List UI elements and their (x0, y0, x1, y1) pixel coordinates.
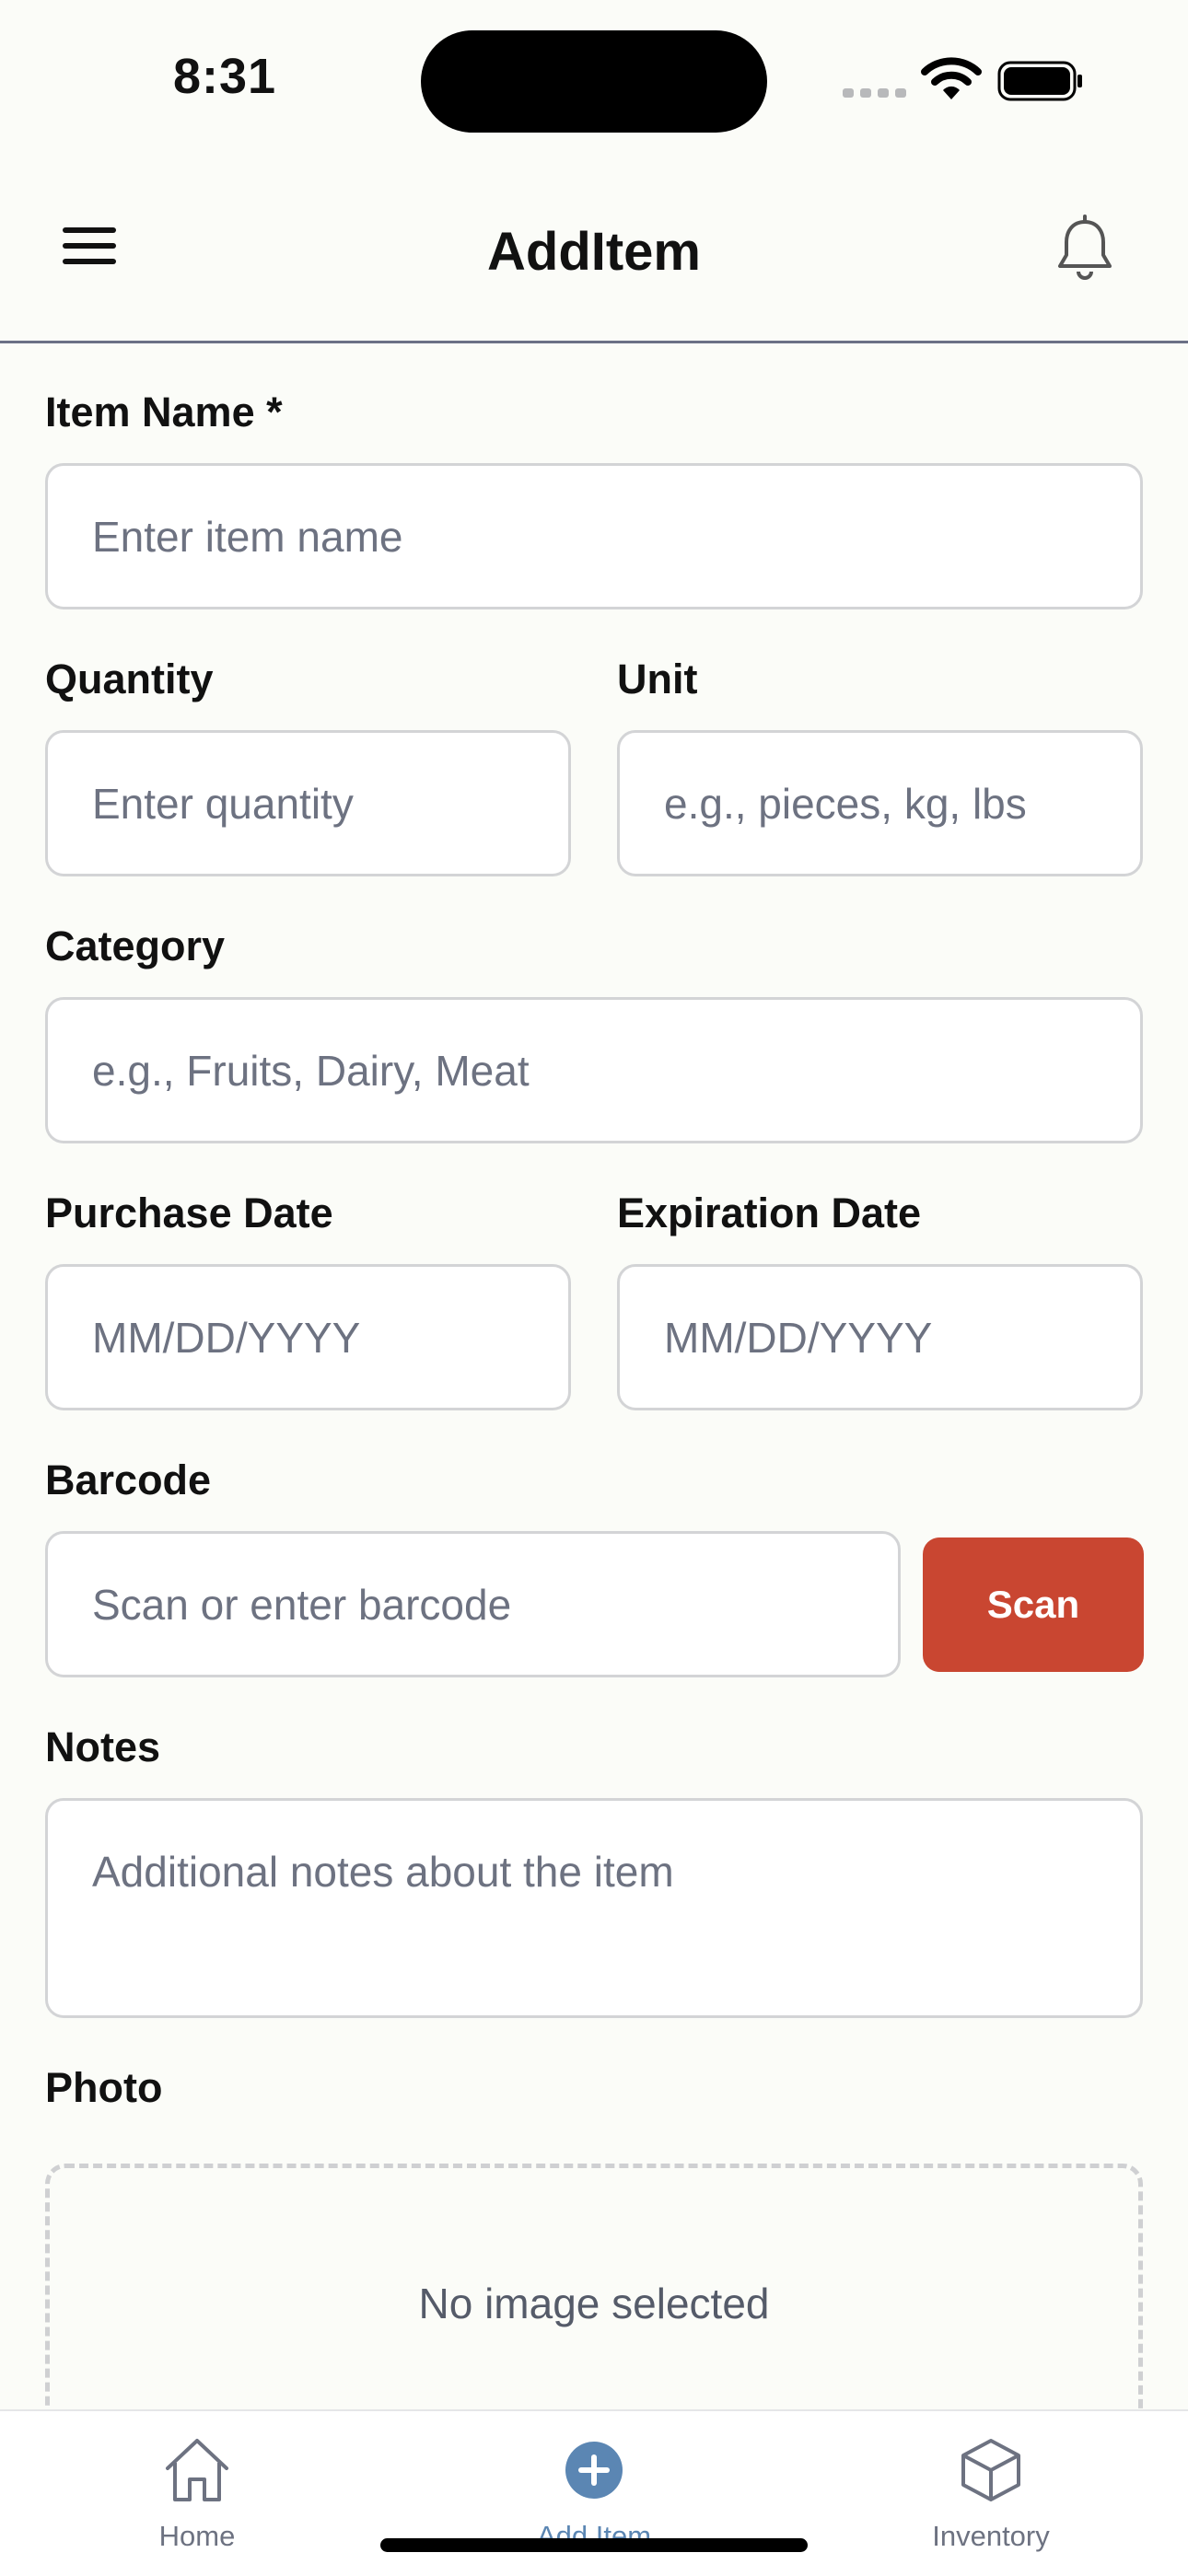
plus-circle-icon (565, 2442, 623, 2499)
purchase-date-input[interactable] (45, 1264, 571, 1410)
page-title: AddItem (487, 222, 701, 282)
bell-icon (1058, 215, 1112, 280)
home-indicator (380, 2538, 808, 2552)
photo-label: Photo (45, 2064, 163, 2111)
category-label: Category (45, 922, 226, 969)
barcode-label: Barcode (45, 1456, 212, 1503)
status-time: 8:31 (173, 49, 277, 104)
app-header: AddItem (0, 166, 1188, 343)
scan-button[interactable]: Scan (923, 1537, 1144, 1672)
purchase-date-label: Purchase Date (45, 1189, 333, 1236)
quantity-label: Quantity (45, 656, 214, 702)
home-icon (166, 2439, 228, 2501)
expiration-date-input[interactable] (617, 1264, 1143, 1410)
tab-inventory-label: Inventory (932, 2520, 1050, 2552)
item-name-label: Item Name * (45, 389, 283, 435)
item-name-input[interactable] (45, 463, 1143, 609)
wifi-icon (921, 57, 982, 99)
cube-icon (961, 2439, 1020, 2501)
notifications-button[interactable] (1055, 215, 1120, 288)
cellular-signal-icon (843, 88, 906, 98)
expiration-date-label: Expiration Date (617, 1189, 922, 1236)
battery-icon (997, 61, 1082, 101)
quantity-input[interactable] (45, 730, 571, 876)
photo-empty-text: No image selected (418, 2280, 770, 2327)
barcode-input[interactable] (45, 1531, 901, 1677)
dynamic-island (421, 30, 767, 133)
category-input[interactable] (45, 997, 1143, 1143)
status-bar: 8:31 (0, 0, 1188, 166)
tab-inventory[interactable]: Inventory (839, 2411, 1143, 2576)
tab-home-label: Home (158, 2520, 236, 2552)
unit-label: Unit (617, 656, 698, 702)
tab-home[interactable]: Home (45, 2411, 349, 2576)
notes-textarea[interactable] (45, 1798, 1143, 2018)
unit-input[interactable] (617, 730, 1143, 876)
notes-label: Notes (45, 1723, 161, 1770)
